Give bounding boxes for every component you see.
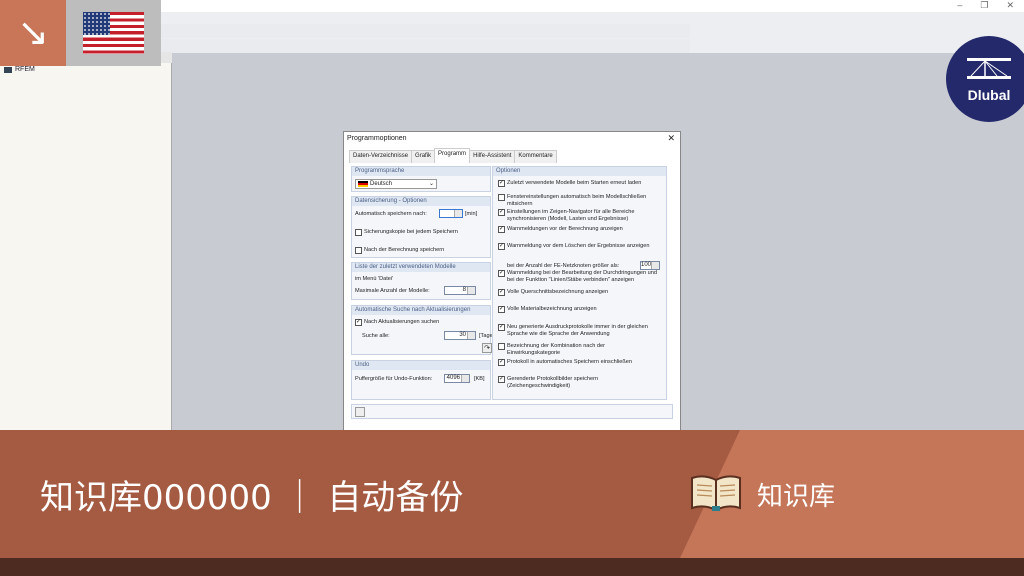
dlubal-logo: Dlubal	[946, 36, 1024, 122]
save-after-calc-checkbox[interactable]: Nach der Berechnung speichern	[355, 247, 444, 254]
backup-copy-checkbox[interactable]: Sicherungskopie bei jedem Speichern	[355, 229, 458, 236]
checkbox-box	[355, 247, 362, 254]
checkbox-box	[355, 229, 362, 236]
dialog-title: Programmoptionen	[347, 135, 407, 142]
dialog-footer	[351, 404, 673, 419]
undo-panel: Undo Puffergröße für Undo-Funktion: 4096…	[351, 360, 491, 400]
defaults-icon[interactable]	[355, 407, 365, 417]
option-label: Warnmeldung vor dem Löschen der Ergebnis…	[507, 243, 650, 249]
book-icon	[691, 475, 741, 512]
tab-help-assistant[interactable]: Hilfe-Assistent	[469, 150, 516, 163]
checkbox-box: ✓	[498, 289, 505, 296]
fe-nodes-label: bei der Anzahl der FE-Netzknoten größer …	[507, 263, 620, 269]
option-label: Fenstereinstellungen automatisch beim Mo…	[507, 194, 647, 207]
window-controls: – ❐ ✕	[957, 0, 1014, 11]
chevron-down-icon: ⌄	[428, 181, 434, 187]
checkbox-box	[498, 194, 505, 201]
checkbox-box: ✓	[498, 270, 505, 277]
interval-input[interactable]: 30	[444, 331, 476, 340]
undo-buffer-label: Puffergröße für Undo-Funktion:	[355, 376, 433, 382]
option-checkbox[interactable]: ✓ Volle Querschnittsbezeichnung anzeigen	[498, 289, 658, 296]
bridge-icon	[967, 58, 1011, 79]
option-label: Volle Querschnittsbezeichnung anzeigen	[507, 289, 609, 295]
panel-header: Datensicherung - Optionen	[352, 197, 490, 206]
option-checkbox[interactable]: ✓ Warnmeldungen vor der Berechnung anzeig…	[498, 226, 658, 233]
option-checkbox[interactable]: ✓ Volle Materialbezeichnung anzeigen	[498, 306, 658, 313]
arrow-down-right-icon: ↘	[0, 0, 66, 66]
checkbox-box: ✓	[498, 243, 505, 250]
option-checkbox[interactable]: ✓ Gerenderte Protokollbilder speichern (Z…	[498, 376, 658, 389]
language-select[interactable]: Deutsch ⌄	[355, 179, 437, 189]
panel-header: Programmsprache	[352, 167, 490, 176]
language-panel: Programmsprache Deutsch ⌄	[351, 166, 491, 192]
checkbox-box: ✓	[498, 324, 505, 331]
panel-header: Undo	[352, 361, 490, 370]
fe-nodes-input[interactable]: 100	[640, 261, 660, 270]
menu-note: im Menü 'Datei'	[355, 276, 394, 282]
checkbox-box: ✓	[355, 319, 362, 326]
model-icon	[4, 66, 12, 73]
option-checkbox[interactable]: ✓ Warnmeldung vor dem Löschen der Ergebni…	[498, 243, 658, 250]
tab-bar: Daten-Verzeichnisse Grafik Programm Hilf…	[349, 148, 557, 163]
option-label: Gerenderte Protokollbilder speichern (Ze…	[507, 376, 599, 389]
option-checkbox[interactable]: ✓ Protokoll in automatisches Speichern ei…	[498, 359, 658, 366]
tab-comments[interactable]: Kommentare	[514, 150, 557, 163]
search-updates-checkbox[interactable]: ✓ Nach Aktualisierungen suchen	[355, 319, 439, 326]
navigator-panel	[0, 52, 172, 432]
autosave-unit: [min]	[465, 211, 478, 217]
bottom-strip	[0, 558, 1024, 576]
updates-panel: Automatische Suche nach Aktualisierungen…	[351, 305, 494, 355]
toolbar-2[interactable]	[160, 39, 690, 53]
checkbox-box: ✓	[498, 209, 505, 216]
max-models-label: Maximale Anzahl der Modelle:	[355, 288, 430, 294]
check-now-icon[interactable]: ↷	[482, 343, 492, 353]
autosave-label: Automatisch speichern nach:	[355, 211, 427, 217]
option-checkbox[interactable]: ✓ Einstellungen im Zeigen-Navigator für a…	[498, 209, 658, 222]
option-label: Neu generierte Ausdruckprotokolle immer …	[507, 324, 648, 337]
max-models-input[interactable]: 8	[444, 286, 476, 295]
undo-buffer-input[interactable]: 4096	[444, 374, 470, 383]
options-panel: Optionen ✓ Zuletzt verwendete Modelle bei…	[492, 166, 667, 400]
undo-buffer-unit: [KB]	[474, 376, 485, 382]
interval-label: Suche alle:	[362, 333, 390, 339]
autosave-input[interactable]	[439, 209, 463, 218]
checkbox-box: ✓	[498, 226, 505, 233]
panel-header: Optionen	[493, 167, 666, 176]
tab-graphics[interactable]: Grafik	[411, 150, 436, 163]
tab-program[interactable]: Programm	[434, 148, 471, 161]
option-checkbox[interactable]: ✓ Warnmeldung bei der Bearbeitung der Dur…	[498, 270, 658, 283]
panel-header: Liste der zuletzt verwendeten Modelle	[352, 263, 490, 272]
banner-category: 知识库	[757, 482, 836, 512]
us-flag-canton	[83, 12, 110, 35]
checkbox-box: ✓	[498, 180, 505, 187]
panel-header: Automatische Suche nach Aktualisierungen	[352, 306, 490, 315]
checkbox-box: ✓	[498, 306, 505, 313]
german-flag-icon	[358, 181, 368, 187]
banner-title: 知识库000000 ｜ 自动备份	[40, 478, 464, 518]
option-checkbox[interactable]: ✓ Zuletzt verwendete Modelle beim Starten…	[498, 180, 658, 187]
option-label: Zuletzt verwendete Modelle beim Starten …	[507, 180, 642, 186]
maximize-button[interactable]: ❐	[980, 0, 988, 11]
close-window-button[interactable]: ✕	[1006, 0, 1014, 11]
checkbox-box: ✓	[498, 376, 505, 383]
dialog-close-button[interactable]: ✕	[667, 133, 675, 144]
option-label: Volle Materialbezeichnung anzeigen	[507, 306, 597, 312]
option-label: Warnmeldung bei der Bearbeitung der Durc…	[507, 270, 657, 283]
option-label: Protokoll in automatisches Speichern ein…	[507, 359, 632, 365]
tree-item-rfem[interactable]: RFEM	[4, 66, 35, 73]
option-checkbox[interactable]: ✓ Neu generierte Ausdruckprotokolle immer…	[498, 324, 658, 337]
checkbox-box: ✓	[498, 359, 505, 366]
option-label: Warnmeldungen vor der Berechnung anzeige…	[507, 226, 623, 232]
backup-panel: Datensicherung - Optionen Automatisch sp…	[351, 196, 491, 258]
tab-data-directories[interactable]: Daten-Verzeichnisse	[349, 150, 413, 163]
minimize-button[interactable]: –	[957, 0, 962, 11]
option-label: Einstellungen im Zeigen-Navigator für al…	[507, 209, 635, 222]
toolbar-1[interactable]	[160, 24, 690, 38]
recent-models-panel: Liste der zuletzt verwendeten Modelle im…	[351, 262, 491, 300]
checkbox-box	[498, 343, 505, 350]
option-checkbox[interactable]: Fenstereinstellungen automatisch beim Mo…	[498, 194, 658, 207]
option-checkbox[interactable]: Bezeichnung der Kombination nach der Ein…	[498, 343, 658, 356]
program-options-dialog: Programmoptionen ✕ Daten-Verzeichnisse G…	[343, 131, 681, 431]
option-label: Bezeichnung der Kombination nach der Ein…	[507, 343, 605, 356]
